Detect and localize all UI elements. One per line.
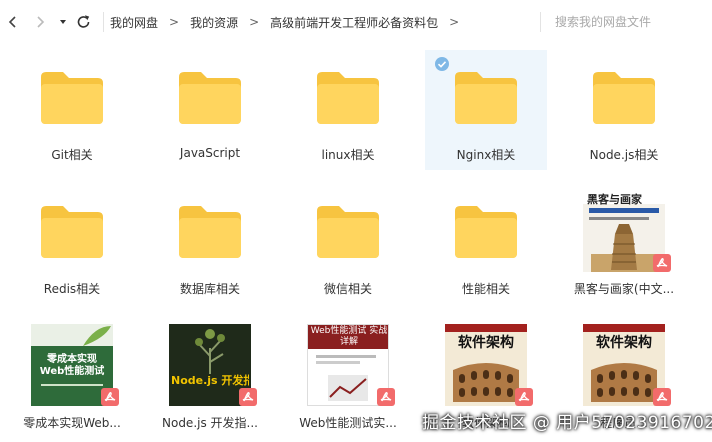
folder-icon <box>317 72 379 124</box>
cover-title: 零成本实现 Web性能测试 <box>39 354 105 377</box>
pdf-badge-icon <box>515 388 533 406</box>
breadcrumb-item-resources[interactable]: 我的资源 <box>190 14 238 31</box>
folder-item-selected[interactable]: Nginx相关 <box>425 50 547 170</box>
tree-illustration <box>195 329 225 374</box>
refresh-button[interactable] <box>75 13 93 31</box>
item-name: linux相关 <box>321 148 375 162</box>
item-name: 零成本实现Web... <box>23 416 121 430</box>
toolbar-divider <box>540 12 541 32</box>
item-name: 黑客与画家(中文... <box>573 282 675 296</box>
item-name: 数据库相关 <box>179 282 240 296</box>
cover-illustration <box>328 375 368 401</box>
refresh-icon <box>77 15 90 28</box>
folder-item[interactable]: 微信相关 <box>287 184 409 304</box>
folder-item[interactable]: Git相关 <box>11 50 133 170</box>
watermark: 掘金技术社区 @ 用户5702391670​2 <box>422 413 712 433</box>
folder-icon <box>455 206 517 258</box>
pdf-badge-icon <box>377 388 395 406</box>
pdf-item[interactable]: 零成本实现 Web性能测试 零成本实现Web... <box>11 318 133 438</box>
folder-icon <box>593 72 655 124</box>
folder-icon <box>41 206 103 258</box>
cover-title: 黑客与画家 <box>587 193 642 206</box>
item-name: Redis相关 <box>43 282 101 296</box>
folder-item[interactable]: Redis相关 <box>11 184 133 304</box>
caret-down-icon <box>60 20 66 24</box>
pdf-badge-icon <box>653 254 671 272</box>
folder-icon <box>41 72 103 124</box>
item-name: Node.js相关 <box>589 148 659 162</box>
item-name: JavaScript <box>179 146 241 160</box>
folder-item[interactable]: linux相关 <box>287 50 409 170</box>
cover-title: 软件架构 <box>596 335 652 351</box>
search-input[interactable] <box>555 14 705 30</box>
folder-item[interactable]: JavaScript <box>149 50 271 170</box>
toolbar-divider <box>103 12 104 32</box>
breadcrumb-separator: > <box>449 15 460 29</box>
folder-item[interactable]: Node.js相关 <box>563 50 685 170</box>
breadcrumb-item-current[interactable]: 高级前端开发工程师必备资料包 <box>270 14 438 31</box>
colosseum-illustration <box>591 363 657 402</box>
breadcrumb-separator: > <box>249 15 260 29</box>
item-name: Git相关 <box>51 148 93 162</box>
folder-item[interactable]: 数据库相关 <box>149 184 271 304</box>
colosseum-illustration <box>453 363 519 402</box>
pdf-item[interactable]: 黑客与画家 黑客与画家(中文... <box>563 184 685 304</box>
cover-title: Node.js 开发指南 <box>171 374 249 387</box>
chevron-right-icon <box>37 16 45 28</box>
item-name: Nginx相关 <box>456 148 516 162</box>
pdf-item[interactable]: Node.js 开发指南 Node.js 开发指... <box>149 318 271 438</box>
item-name: Web性能测试实... <box>299 416 397 430</box>
pdf-badge-icon <box>653 388 671 406</box>
history-dropdown-button[interactable] <box>56 13 74 31</box>
chevron-left-icon <box>8 16 16 28</box>
back-button[interactable] <box>4 13 22 31</box>
toolbar: 我的网盘 > 我的资源 > 高级前端开发工程师必备资料包 > <box>0 0 712 44</box>
pdf-badge-icon <box>101 388 119 406</box>
item-name: Node.js 开发指... <box>162 416 258 430</box>
folder-item[interactable]: 性能相关 <box>425 184 547 304</box>
forward-button[interactable] <box>31 13 49 31</box>
folder-icon <box>179 72 241 124</box>
cover-title: Web性能测试 实战详解 <box>310 326 388 347</box>
leaf-illustration <box>83 326 111 346</box>
pdf-item[interactable]: Web性能测试 实战详解 Web性能测试实... <box>287 318 409 438</box>
breadcrumb: 我的网盘 > 我的资源 > 高级前端开发工程师必备资料包 > <box>110 0 530 44</box>
breadcrumb-item-root[interactable]: 我的网盘 <box>110 14 158 31</box>
cover-title: 软件架构 <box>458 335 514 351</box>
item-name: 微信相关 <box>323 282 372 296</box>
tower-illustration <box>591 224 657 272</box>
pdf-badge-icon <box>239 388 257 406</box>
checkmark-icon[interactable] <box>435 57 449 71</box>
folder-icon <box>317 206 379 258</box>
item-name: 性能相关 <box>461 282 510 296</box>
breadcrumb-separator: > <box>169 15 180 29</box>
folder-icon <box>179 206 241 258</box>
folder-icon <box>455 72 517 124</box>
